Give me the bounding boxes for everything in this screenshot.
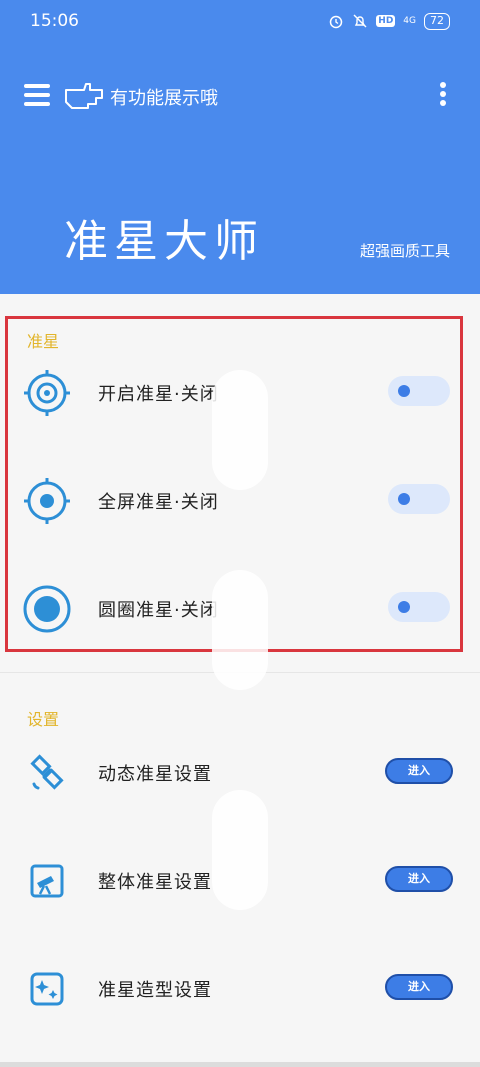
enter-button[interactable]: 进入 (385, 758, 453, 784)
crosshair-row-label: 全屏准星·关闭 (98, 492, 219, 513)
alarm-icon (330, 15, 343, 29)
crosshair-row-label: 圆圈准星·关闭 (98, 600, 219, 621)
status-bar: 15:06 HD 4G 72 (0, 0, 480, 42)
navigation-bar (0, 1062, 480, 1067)
settings-row-label: 准星造型设置 (98, 980, 212, 1001)
header: 15:06 HD 4G 72 有功能展示哦 准星大师 超强画质工具 (0, 0, 480, 294)
decorative-blob (212, 570, 268, 690)
section-title-settings: 设置 (27, 710, 60, 729)
app-subtitle: 超强画质工具 (360, 242, 451, 260)
app-name: 准星大师 (64, 216, 264, 267)
toggle-switch[interactable] (388, 484, 450, 514)
app-bar: 有功能展示哦 (0, 72, 480, 120)
settings-row-shape: 准星造型设置 进入 (0, 958, 480, 1018)
status-time: 15:06 (30, 11, 79, 31)
decorative-blob (212, 370, 268, 490)
toggle-switch[interactable] (388, 376, 450, 406)
enter-button[interactable]: 进入 (385, 866, 453, 892)
status-icons: HD 4G 72 (328, 12, 450, 30)
mute-bell-icon (353, 14, 367, 28)
signal-icon: 4G (403, 16, 416, 26)
crosshair-ring-icon (24, 370, 70, 416)
decorative-blob (212, 790, 268, 910)
toggle-knob (398, 385, 410, 397)
satellite-icon (30, 754, 64, 790)
section-title-crosshair: 准星 (27, 332, 60, 351)
more-options-icon[interactable] (436, 82, 450, 110)
toggle-knob (398, 601, 410, 613)
menu-icon[interactable] (24, 84, 50, 106)
crosshair-row-label: 开启准星·关闭 (98, 384, 219, 405)
toggle-switch[interactable] (388, 592, 450, 622)
settings-row-label: 整体准星设置 (98, 872, 212, 893)
enter-button[interactable]: 进入 (385, 974, 453, 1000)
battery-icon: 72 (424, 12, 450, 30)
sparkle-icon (30, 972, 64, 1006)
hd-badge: HD (376, 15, 396, 27)
pointing-hand-icon (65, 83, 103, 109)
crosshair-dot-icon (24, 478, 70, 524)
telescope-icon (30, 864, 64, 898)
toggle-knob (398, 493, 410, 505)
app-bar-title: 有功能展示哦 (110, 88, 218, 109)
circle-dot-icon (23, 585, 71, 633)
settings-row-label: 动态准星设置 (98, 764, 212, 785)
